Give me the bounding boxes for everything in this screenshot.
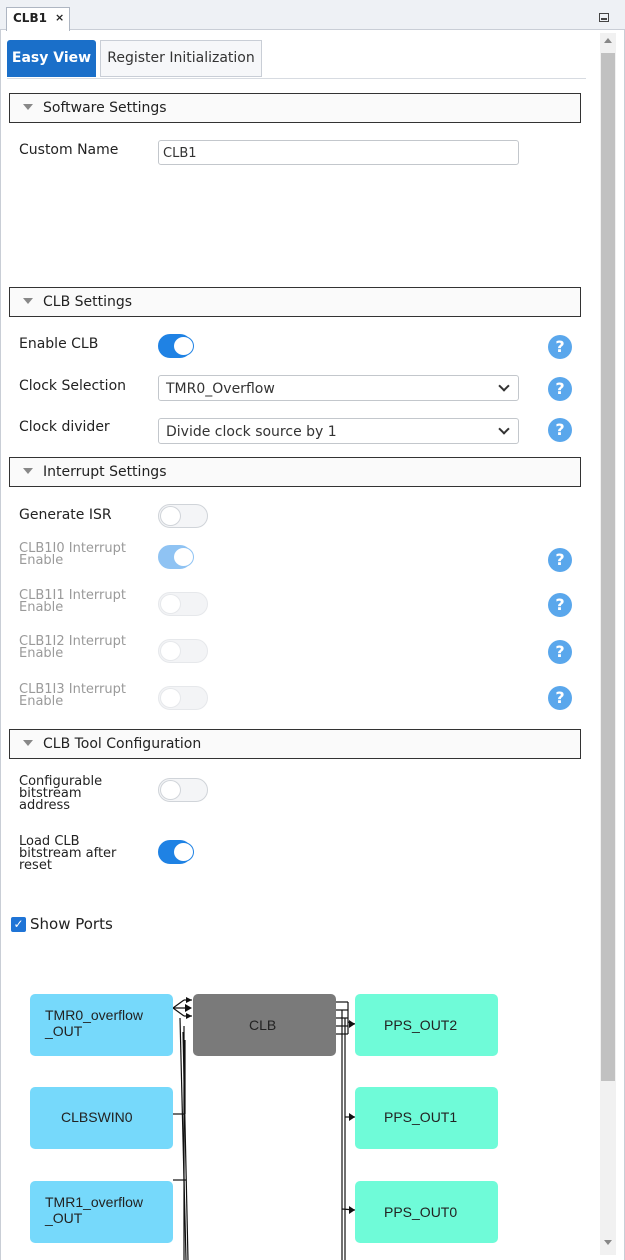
enable-clb-toggle[interactable]	[158, 334, 194, 358]
clb1i2-interrupt-toggle[interactable]	[158, 639, 208, 663]
arrow-icon	[185, 1004, 192, 1012]
clb1i1-interrupt-toggle[interactable]	[158, 592, 208, 616]
configurable-address-label: Configurable bitstream address	[19, 775, 102, 813]
minimize-icon[interactable]	[599, 13, 609, 22]
toggle-knob	[173, 336, 194, 356]
label-line: Enable	[19, 694, 64, 709]
chevron-down-icon	[498, 380, 510, 392]
section-interrupt-settings[interactable]: Interrupt Settings	[9, 457, 581, 487]
help-icon[interactable]: ?	[548, 548, 572, 572]
arrow-icon	[186, 1013, 192, 1019]
clock-divider-value: Divide clock source by 1	[166, 424, 337, 440]
help-icon[interactable]: ?	[548, 593, 572, 617]
section-title: CLB Settings	[43, 294, 133, 310]
custom-name-input[interactable]: CLB1	[158, 140, 519, 165]
clb1i1-interrupt-label: CLB1I1 Interrupt Enable	[19, 589, 126, 615]
label-line: Enable	[19, 600, 64, 615]
port-block-clbswin0[interactable]: CLBSWIN0	[30, 1087, 173, 1149]
tabs-divider	[7, 78, 586, 79]
port-label: PPS_OUT2	[384, 1017, 458, 1033]
scroll-down-arrow-icon[interactable]	[604, 1240, 612, 1245]
port-block-pps-out2[interactable]: PPS_OUT2	[355, 994, 498, 1056]
label-line: Enable	[19, 646, 64, 661]
clb1i2-interrupt-label: CLB1I2 Interrupt Enable	[19, 635, 126, 661]
enable-clb-label: Enable CLB	[19, 336, 99, 352]
show-ports-checkbox[interactable]: ✓	[11, 917, 26, 932]
section-clb-tool-configuration[interactable]: CLB Tool Configuration	[9, 729, 581, 759]
close-tab-icon[interactable]: ×	[55, 11, 64, 24]
help-icon[interactable]: ?	[548, 640, 572, 664]
load-after-reset-toggle[interactable]	[158, 840, 194, 864]
section-title: Software Settings	[43, 100, 167, 116]
clb1i3-interrupt-label: CLB1I3 Interrupt Enable	[19, 683, 126, 709]
document-tab-label: CLB1	[13, 11, 47, 25]
clb1i0-interrupt-label: CLB1I0 Interrupt Enable	[19, 542, 126, 568]
scroll-up-arrow-icon[interactable]	[604, 38, 612, 43]
clb1i3-interrupt-toggle[interactable]	[158, 686, 208, 710]
clock-divider-dropdown[interactable]: Divide clock source by 1	[158, 418, 519, 444]
port-block-pps-out1[interactable]: PPS_OUT1	[355, 1087, 498, 1149]
toggle-knob	[173, 547, 194, 567]
port-block-tmr1-overflow[interactable]: TMR1_overflow _OUT	[30, 1181, 173, 1243]
custom-name-label: Custom Name	[19, 142, 119, 158]
clb-core-block[interactable]: CLB	[193, 994, 336, 1056]
core-label: CLB	[249, 1017, 277, 1033]
scrollbar-thumb[interactable]	[601, 53, 615, 1081]
help-icon[interactable]: ?	[548, 377, 572, 401]
document-tab-clb1[interactable]: CLB1 ×	[6, 7, 70, 31]
toggle-knob	[160, 641, 181, 661]
section-title: CLB Tool Configuration	[43, 736, 202, 752]
toggle-knob	[160, 688, 181, 708]
collapse-triangle-icon	[23, 740, 33, 746]
generate-isr-toggle[interactable]	[158, 504, 208, 528]
label-line: reset	[19, 858, 52, 873]
configurable-address-toggle[interactable]	[158, 778, 208, 802]
section-clb-settings[interactable]: CLB Settings	[9, 287, 581, 317]
port-label: _OUT	[45, 1023, 83, 1039]
port-label: _OUT	[45, 1210, 83, 1226]
help-icon[interactable]: ?	[548, 418, 572, 442]
clock-selection-value: TMR0_Overflow	[166, 381, 275, 397]
port-diagram: TMR0_overflow _OUT CLBSWIN0 TMR1_overflo…	[0, 960, 600, 1260]
port-label: CLBSWIN0	[61, 1109, 133, 1125]
label-line: address	[19, 798, 71, 813]
generate-isr-label: Generate ISR	[19, 507, 112, 523]
collapse-triangle-icon	[23, 104, 33, 110]
chevron-down-icon	[498, 423, 510, 435]
toggle-knob	[173, 842, 194, 862]
port-label: PPS_OUT0	[384, 1204, 458, 1220]
toggle-knob	[160, 594, 181, 614]
arrow-icon	[186, 997, 192, 1003]
help-icon[interactable]: ?	[548, 686, 572, 710]
clock-selection-dropdown[interactable]: TMR0_Overflow	[158, 375, 519, 401]
collapse-triangle-icon	[23, 298, 33, 304]
clock-selection-label: Clock Selection	[19, 378, 127, 394]
help-icon[interactable]: ?	[548, 335, 572, 359]
clock-divider-label: Clock divider	[19, 419, 110, 435]
clb1i0-interrupt-toggle[interactable]	[158, 545, 194, 569]
section-title: Interrupt Settings	[43, 464, 167, 480]
show-ports-label: Show Ports	[30, 915, 113, 933]
tab-register-initialization[interactable]: Register Initialization	[100, 40, 262, 77]
port-label: TMR1_overflow	[45, 1194, 144, 1210]
port-label: TMR0_overflow	[45, 1007, 144, 1023]
label-line: Enable	[19, 553, 64, 568]
collapse-triangle-icon	[23, 468, 33, 474]
load-after-reset-label: Load CLB bitstream after reset	[19, 835, 116, 873]
port-block-tmr0-overflow[interactable]: TMR0_overflow _OUT	[30, 994, 173, 1056]
port-label: PPS_OUT1	[384, 1109, 458, 1125]
tab-easy-view[interactable]: Easy View	[7, 40, 96, 77]
toggle-knob	[160, 780, 181, 800]
port-block-pps-out0[interactable]: PPS_OUT0	[355, 1181, 498, 1243]
toggle-knob	[160, 506, 181, 526]
section-software-settings[interactable]: Software Settings	[9, 93, 581, 123]
document-tab-strip: CLB1 ×	[0, 0, 625, 31]
